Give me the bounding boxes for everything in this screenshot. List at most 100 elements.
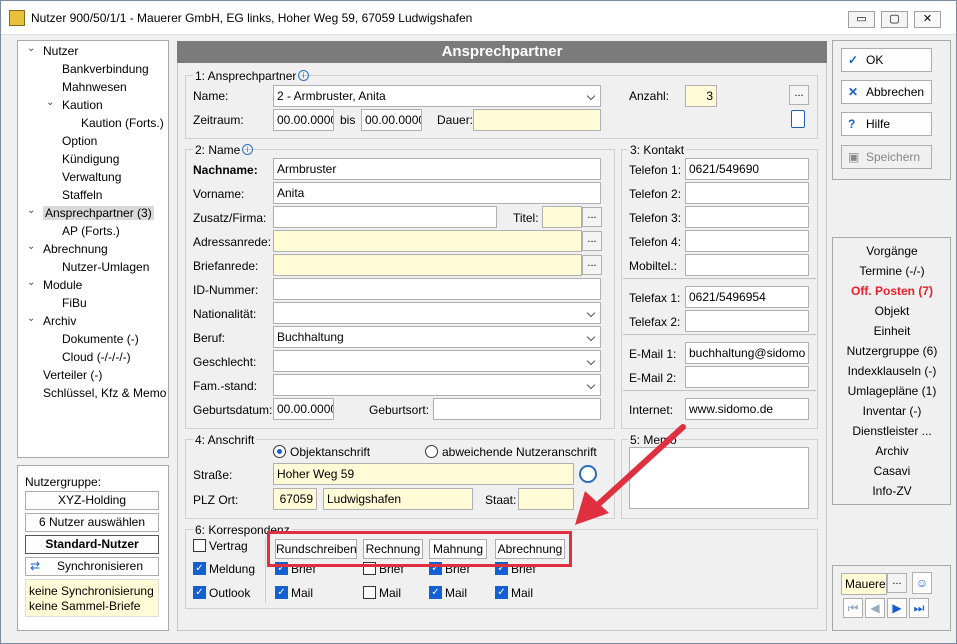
cancel-button[interactable]: ✕ Abbrechen — [841, 80, 932, 104]
expand-chevron-icon[interactable]: ⌄ — [27, 313, 35, 324]
contract-checkbox[interactable] — [193, 539, 206, 552]
tree-item-7[interactable]: Verwaltung — [62, 170, 121, 184]
contact-field-8[interactable] — [685, 366, 809, 388]
expand-chevron-icon[interactable]: ⌄ — [27, 277, 35, 288]
contact-field-6[interactable] — [685, 310, 809, 332]
link-7[interactable]: Umlagepläne (1) — [833, 384, 951, 398]
period-to-field[interactable]: 00.00.0000 — [361, 109, 422, 131]
holding-button[interactable]: XYZ-Holding — [25, 491, 159, 510]
title-more-button[interactable]: ... — [582, 207, 602, 227]
expand-chevron-icon[interactable]: ⌄ — [46, 97, 54, 108]
zip-field[interactable]: 67059 — [273, 488, 317, 510]
contact-field-3[interactable] — [685, 230, 809, 252]
street-field[interactable]: Hoher Weg 59 — [273, 463, 574, 485]
first-record-button[interactable]: ⏮ — [843, 598, 863, 618]
title-field[interactable] — [542, 206, 582, 228]
outlook-checkbox[interactable]: ✓ — [193, 586, 206, 599]
contact-field-5[interactable]: 0621/5496954 — [685, 286, 809, 308]
contact-field-9[interactable]: www.sidomo.de — [685, 398, 809, 420]
tree-item-17[interactable]: Cloud (-/-/-/-) — [62, 350, 131, 364]
letter-salutation-field[interactable] — [273, 254, 582, 276]
mail-checkbox-1[interactable] — [363, 586, 376, 599]
address-salutation-more-button[interactable]: ... — [582, 231, 602, 251]
link-9[interactable]: Dienstleister ... — [833, 424, 951, 438]
tree-item-3[interactable]: Kaution — [62, 98, 103, 112]
link-1[interactable]: Termine (-/-) — [833, 264, 951, 278]
tree-item-2[interactable]: Mahnwesen — [62, 80, 127, 94]
close-button[interactable]: ✕ — [914, 11, 941, 28]
tree-item-0[interactable]: Nutzer — [43, 44, 78, 58]
link-10[interactable]: Archiv — [833, 444, 951, 458]
tree-item-12[interactable]: Nutzer-Umlagen — [62, 260, 149, 274]
contact-field-7[interactable]: buchhaltung@sidomo — [685, 342, 809, 364]
city-field[interactable]: Ludwigshafen — [323, 488, 473, 510]
link-2[interactable]: Off. Posten (7) — [833, 284, 951, 298]
radio-object-address[interactable] — [273, 445, 286, 458]
gender-select[interactable] — [273, 350, 601, 372]
lastname-field[interactable]: Armbruster — [273, 158, 601, 180]
minimize-button[interactable]: ▭ — [848, 11, 875, 28]
name-select[interactable]: 2 - Armbruster, Anita — [273, 85, 601, 107]
last-record-button[interactable]: ⏭ — [909, 598, 929, 618]
duration-field[interactable] — [473, 109, 601, 131]
tree-item-6[interactable]: Kündigung — [62, 152, 119, 166]
report-checkbox[interactable]: ✓ — [193, 562, 206, 575]
contact-field-1[interactable] — [685, 182, 809, 204]
marital-select[interactable] — [273, 374, 601, 396]
mail-checkbox-3[interactable]: ✓ — [495, 586, 508, 599]
save-button[interactable]: ▣ Speichern — [841, 145, 932, 169]
link-11[interactable]: Casavi — [833, 464, 951, 478]
expand-chevron-icon[interactable]: ⌄ — [27, 241, 35, 252]
sync-button[interactable]: ⇄ Synchronisieren — [25, 557, 159, 576]
name-info-icon[interactable]: i — [242, 144, 253, 155]
tree-item-14[interactable]: FiBu — [62, 296, 87, 310]
select-users-button[interactable]: 6 Nutzer auswählen — [25, 513, 159, 532]
firstname-field[interactable]: Anita — [273, 182, 601, 204]
tree-item-16[interactable]: Dokumente (-) — [62, 332, 139, 346]
prev-record-button[interactable]: ◀ — [865, 598, 885, 618]
link-5[interactable]: Nutzergruppe (6) — [833, 344, 951, 358]
user-field[interactable]: Mauere — [841, 573, 887, 595]
link-4[interactable]: Einheit — [833, 324, 951, 338]
tree-item-4[interactable]: Kaution (Forts.) — [81, 116, 164, 130]
maximize-button[interactable]: ▢ — [881, 11, 908, 28]
link-12[interactable]: Info-ZV — [833, 484, 951, 498]
name-more-button[interactable]: ... — [789, 85, 809, 105]
expand-chevron-icon[interactable]: ⌄ — [27, 205, 35, 216]
person-icon[interactable]: ☺ — [912, 572, 932, 594]
contact-field-4[interactable] — [685, 254, 809, 276]
mail-checkbox-0[interactable]: ✓ — [275, 586, 288, 599]
contact-field-0[interactable]: 0621/549690 — [685, 158, 809, 180]
count-field[interactable]: 3 — [685, 85, 717, 107]
tree-item-11[interactable]: Abrechnung — [43, 242, 108, 256]
link-6[interactable]: Indexklauseln (-) — [833, 364, 951, 378]
tree-item-18[interactable]: Verteiler (-) — [43, 368, 102, 382]
tree-item-9[interactable]: Ansprechpartner (3) — [43, 206, 154, 220]
letter-salutation-more-button[interactable]: ... — [582, 255, 602, 275]
company-field[interactable] — [273, 206, 497, 228]
help-button[interactable]: ? Hilfe — [841, 112, 932, 136]
link-0[interactable]: Vorgänge — [833, 244, 951, 258]
tree-item-19[interactable]: Schlüssel, Kfz & Memo — [43, 386, 166, 400]
ok-button[interactable]: ✓ OK — [841, 48, 932, 72]
id-field[interactable] — [273, 278, 601, 300]
tree-item-8[interactable]: Staffeln — [62, 188, 102, 202]
tree-item-15[interactable]: Archiv — [43, 314, 76, 328]
expand-chevron-icon[interactable]: ⌄ — [27, 43, 35, 54]
tree-item-10[interactable]: AP (Forts.) — [62, 224, 120, 238]
radio-custom-address[interactable] — [425, 445, 438, 458]
tree-item-13[interactable]: Module — [43, 278, 82, 292]
link-8[interactable]: Inventar (-) — [833, 404, 951, 418]
link-3[interactable]: Objekt — [833, 304, 951, 318]
next-record-button[interactable]: ▶ — [887, 598, 907, 618]
clipboard-icon[interactable] — [791, 110, 805, 128]
user-more-button[interactable]: ... — [887, 573, 907, 593]
birthplace-field[interactable] — [433, 398, 601, 420]
birthdate-field[interactable]: 00.00.0000 — [273, 398, 334, 420]
period-from-field[interactable]: 00.00.0000 — [273, 109, 334, 131]
nationality-select[interactable] — [273, 302, 601, 324]
tree-item-1[interactable]: Bankverbindung — [62, 62, 149, 76]
contact-field-2[interactable] — [685, 206, 809, 228]
standard-user-button[interactable]: Standard-Nutzer — [25, 535, 159, 554]
tree-item-5[interactable]: Option — [62, 134, 97, 148]
